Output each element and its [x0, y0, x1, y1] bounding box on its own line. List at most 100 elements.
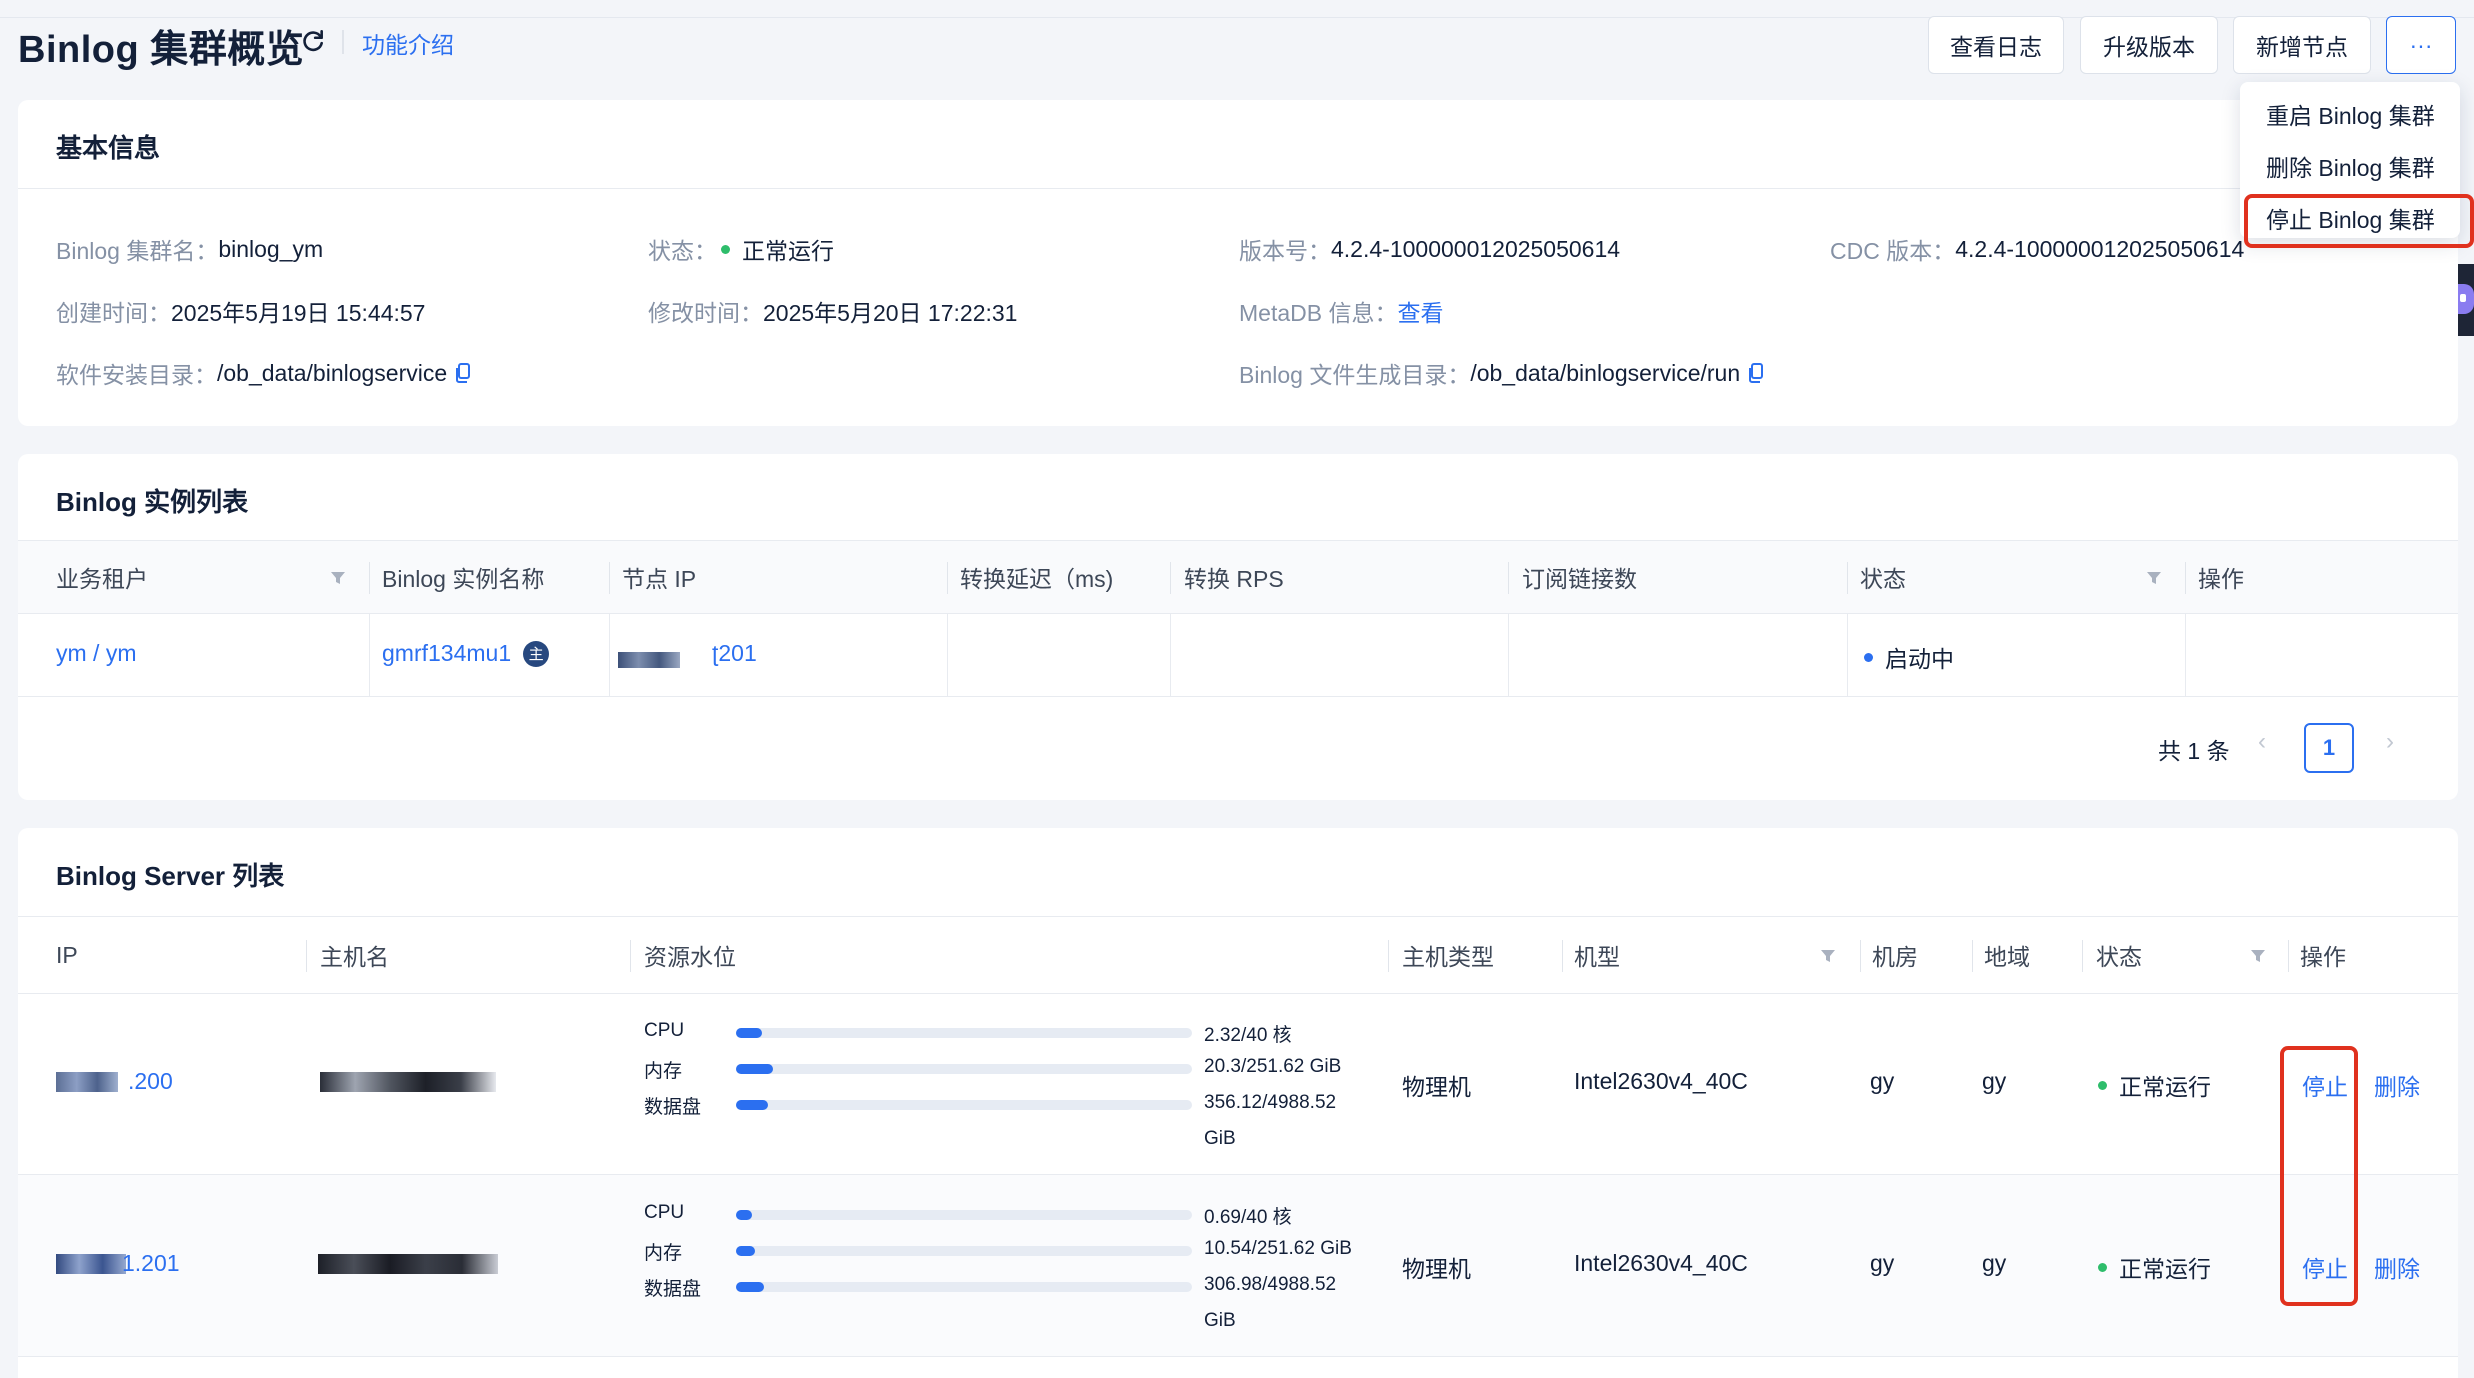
cpu-label: CPU: [644, 1020, 685, 1041]
version-label: 版本号：: [1239, 238, 1331, 264]
pagination-total: 共 1 条: [2158, 738, 2230, 764]
next-page-button[interactable]: ›: [2386, 728, 2394, 756]
page-1-button[interactable]: 1: [2304, 723, 2354, 773]
redacted-hostname: [318, 1254, 498, 1274]
more-actions-button[interactable]: ···: [2386, 16, 2456, 74]
metadb-field: MetaDB 信息： 查看: [1239, 294, 1443, 328]
upgrade-version-button[interactable]: 升级版本: [2080, 16, 2218, 74]
host-type: 物理机: [1402, 1074, 1471, 1100]
col-actions: 操作: [2198, 566, 2244, 592]
host-model: Intel2630v4_40C: [1574, 1068, 1748, 1094]
disk-label: 数据盘: [644, 1097, 702, 1118]
instance-status-text: 启动中: [1885, 646, 1954, 672]
memory-usage-value: 10.54/251.62 GiB: [1204, 1238, 1352, 1259]
cluster-name-value: binlog_ym: [218, 235, 324, 262]
col-tenant: 业务租户: [56, 566, 148, 592]
view-logs-button[interactable]: 查看日志: [1928, 16, 2064, 74]
binlog-dir-field: Binlog 文件生成目录： /ob_data/binlogservice/ru…: [1239, 356, 1764, 390]
more-actions-menu: 重启 Binlog 集群 删除 Binlog 集群 停止 Binlog 集群: [2240, 82, 2474, 248]
basic-info-card: 基本信息 Binlog 集群名： binlog_ym 状态： 正常运行 版本号：…: [18, 100, 2458, 426]
redacted-ip: [618, 652, 680, 668]
col-status: 状态: [1860, 566, 1906, 592]
metadb-label: MetaDB 信息：: [1239, 300, 1398, 326]
server-list-title: Binlog Server 列表: [56, 861, 285, 891]
version-value: 4.2.4-100000012025050614: [1331, 235, 1621, 262]
col-model: 机型: [1574, 944, 1620, 970]
install-dir-value: /ob_data/binlogservice: [217, 359, 448, 386]
col-subscriptions: 订阅链接数: [1522, 566, 1637, 592]
restart-cluster-menu-item[interactable]: 重启 Binlog 集群: [2240, 88, 2460, 140]
cpu-label: CPU: [644, 1202, 685, 1223]
memory-label: 内存: [644, 1061, 683, 1082]
disk-label: 数据盘: [644, 1279, 702, 1300]
add-node-button[interactable]: 新增节点: [2233, 16, 2371, 74]
filter-icon[interactable]: [2250, 949, 2266, 963]
host-room: gy: [1870, 1250, 1895, 1276]
col-instance-name: Binlog 实例名称: [382, 566, 545, 592]
cpu-usage-bar: [736, 1210, 1192, 1220]
memory-label: 内存: [644, 1243, 683, 1264]
divider: [18, 188, 2458, 189]
refresh-icon[interactable]: [300, 28, 326, 54]
status-field: 状态： 正常运行: [648, 232, 834, 266]
server-status-text: 正常运行: [2119, 1074, 2211, 1100]
col-resources: 资源水位: [644, 944, 736, 970]
status-dot-icon: [721, 244, 730, 254]
disk-usage-value: 306.98/4988.52: [1204, 1274, 1337, 1295]
cluster-name-field: Binlog 集群名： binlog_ym: [56, 232, 323, 266]
server-ip-link[interactable]: 1.201: [122, 1250, 180, 1277]
modified-time-value: 2025年5月20日 17:22:31: [763, 300, 1018, 326]
prev-page-button[interactable]: ‹: [2258, 728, 2266, 756]
cdc-version-field: CDC 版本： 4.2.4-100000012025050614: [1830, 232, 2244, 266]
host-model: Intel2630v4_40C: [1574, 1250, 1748, 1276]
title-divider: [342, 30, 344, 54]
server-status: 正常运行: [2094, 1068, 2211, 1102]
delete-server-button[interactable]: 删除: [2374, 1068, 2420, 1102]
node-ip-link[interactable]: ʈ201: [712, 640, 757, 667]
instance-name-link[interactable]: gmrf134mu1 主: [382, 640, 550, 667]
cdc-version-value: 4.2.4-100000012025050614: [1955, 235, 2245, 262]
col-delay: 转换延迟（ms): [960, 566, 1114, 592]
memory-usage-value: 20.3/251.62 GiB: [1204, 1056, 1342, 1077]
stop-cluster-menu-item[interactable]: 停止 Binlog 集群: [2240, 192, 2474, 248]
instance-name-text[interactable]: gmrf134mu1: [382, 640, 511, 667]
col-ip: IP: [56, 941, 78, 968]
redacted-ip: [56, 1254, 126, 1274]
host-region: gy: [1982, 1068, 2007, 1094]
memory-usage-bar: [736, 1246, 1192, 1256]
instance-status: 启动中: [1860, 640, 1954, 674]
server-table-header: IP 主机名 资源水位 主机类型 机型 机房 地域 状态 操作: [18, 916, 2458, 994]
col-hostname: 主机名: [320, 944, 389, 970]
disk-usage-unit: GiB: [1204, 1310, 1236, 1331]
install-dir-field: 软件安装目录： /ob_data/binlogservice: [56, 356, 471, 390]
binlog-dir-label: Binlog 文件生成目录：: [1239, 362, 1471, 388]
cdc-version-label: CDC 版本：: [1830, 238, 1956, 264]
modified-time-label: 修改时间：: [648, 300, 763, 326]
server-status-text: 正常运行: [2119, 1256, 2211, 1282]
filter-icon[interactable]: [2146, 571, 2162, 585]
basic-info-title: 基本信息: [56, 133, 161, 163]
col-node-ip: 节点 IP: [622, 566, 697, 592]
host-type: 物理机: [1402, 1256, 1471, 1282]
host-region: gy: [1982, 1250, 2007, 1276]
feature-intro-link[interactable]: 功能介绍: [362, 26, 454, 60]
filter-icon[interactable]: [1820, 949, 1836, 963]
redacted-ip: [56, 1072, 118, 1092]
copy-icon[interactable]: [1748, 363, 1764, 383]
cpu-usage-value: 0.69/40 核: [1204, 1207, 1292, 1228]
filter-icon[interactable]: [330, 571, 346, 585]
delete-cluster-menu-item[interactable]: 删除 Binlog 集群: [2240, 140, 2460, 192]
redacted-hostname: [320, 1072, 496, 1092]
server-status: 正常运行: [2094, 1250, 2211, 1284]
instance-table-header: 业务租户 Binlog 实例名称 节点 IP 转换延迟（ms) 转换 RPS 订…: [18, 540, 2458, 614]
metadb-view-link[interactable]: 查看: [1397, 294, 1443, 328]
install-dir-label: 软件安装目录：: [56, 362, 217, 388]
disk-usage-bar: [736, 1100, 1192, 1110]
page-title: Binlog 集群概览: [18, 29, 305, 71]
delete-server-button[interactable]: 删除: [2374, 1250, 2420, 1284]
tenant-link[interactable]: ym / ym: [56, 640, 137, 667]
server-ip-link[interactable]: .200: [128, 1068, 173, 1095]
status-value: 正常运行: [742, 238, 834, 264]
copy-icon[interactable]: [455, 363, 471, 383]
server-list-card: Binlog Server 列表 IP 主机名 资源水位 主机类型 机型 机房 …: [18, 828, 2458, 1378]
